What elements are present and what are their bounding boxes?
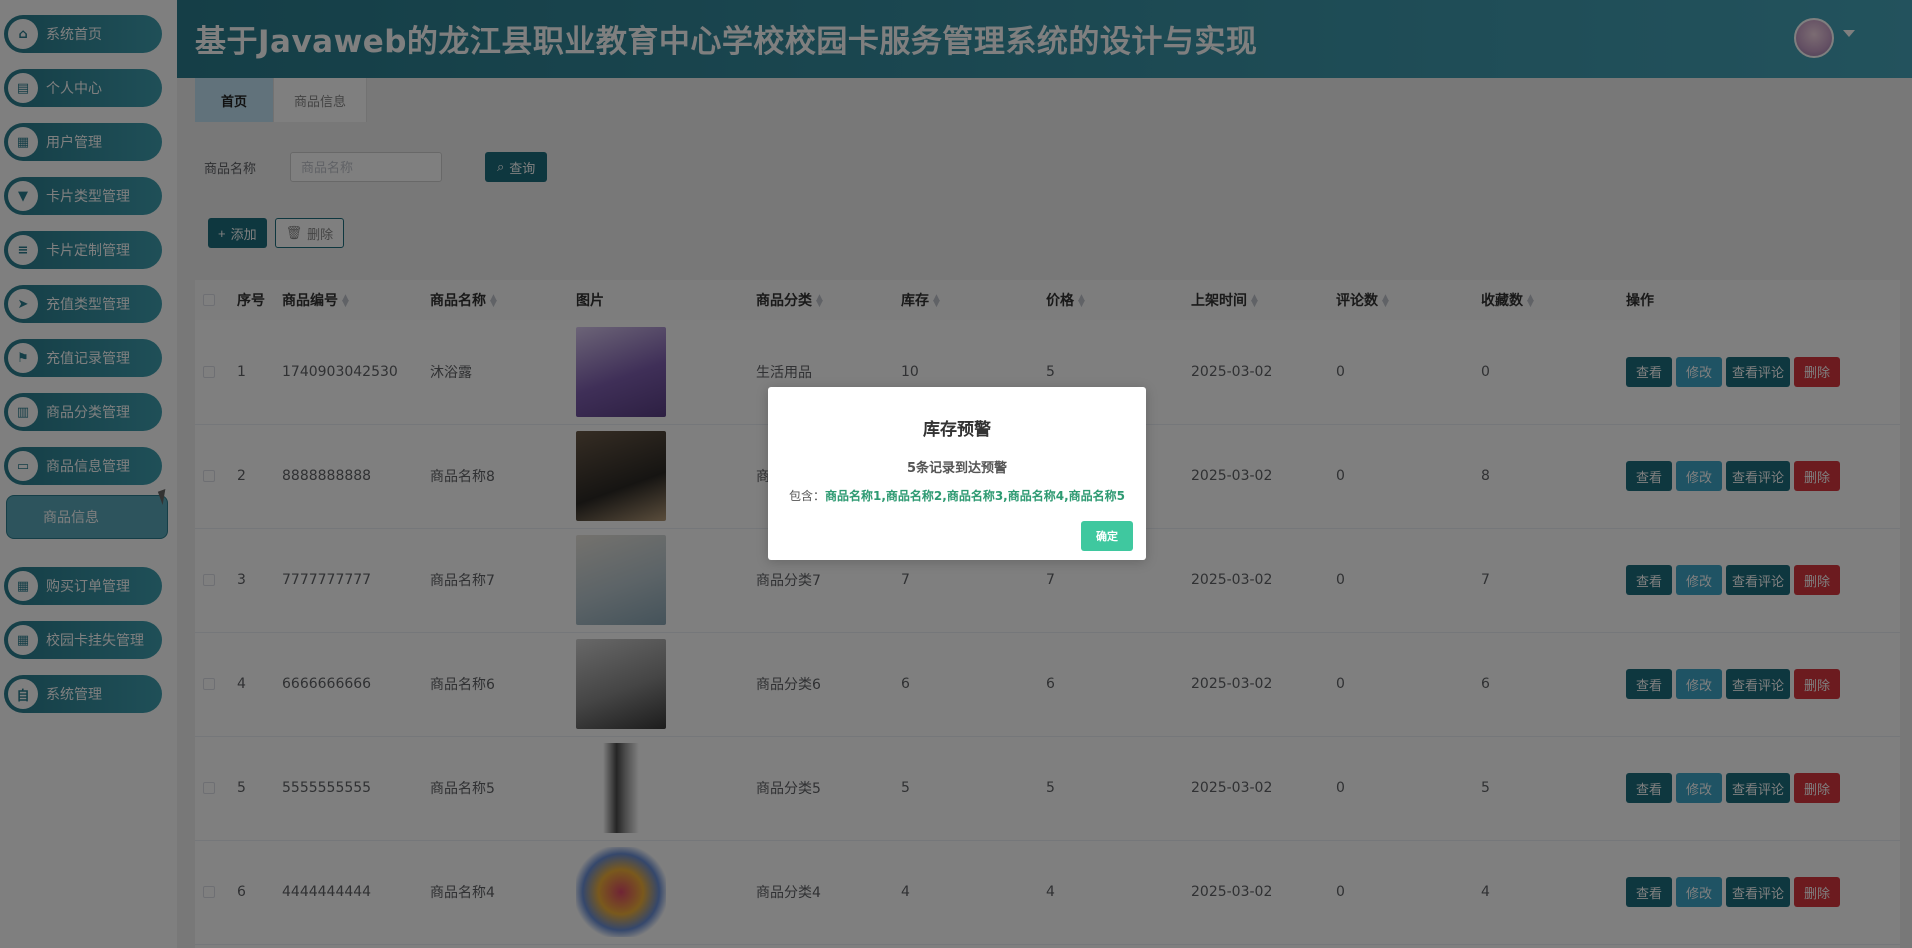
dialog-message: 5条记录到达预警 [906,461,1008,476]
confirm-button[interactable]: 确定 [1081,521,1133,551]
stock-alert-dialog: 库存预警 5条记录到达预警 包含：商品名称1,商品名称2,商品名称3,商品名称4… [768,387,1146,560]
dialog-items-prefix: 包含： [789,489,826,503]
dialog-title: 库存预警 [923,420,991,440]
dialog-items-names: 商品名称1,商品名称2,商品名称3,商品名称4,商品名称5 [825,489,1125,503]
dialog-items: 包含：商品名称1,商品名称2,商品名称3,商品名称4,商品名称5 [768,487,1146,504]
